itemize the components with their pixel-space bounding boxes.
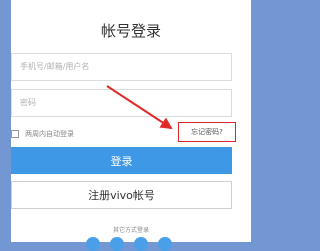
annotation-arrow-icon — [106, 85, 173, 130]
login-card: 帐号登录 手机号/邮箱/用户名 密码 两周内自动登录 忘记密码? 登录 注册vi… — [11, 0, 251, 251]
